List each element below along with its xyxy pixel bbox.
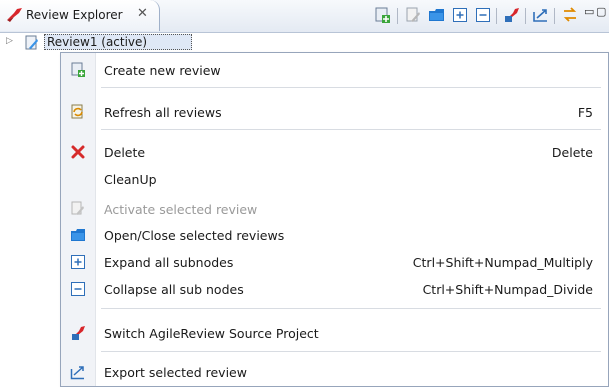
delete-icon [71,145,85,159]
collapse-all-icon[interactable] [474,6,492,24]
menu-item-label: CleanUp [104,172,157,187]
activate-icon [71,201,84,215]
collapse-all-icon [71,282,85,296]
menu-item-label: Activate selected review [104,202,258,217]
close-tab-icon[interactable]: ✕ [137,6,148,22]
review-explorer-tab[interactable]: Review Explorer ✕ [0,0,160,31]
menu-separator [101,87,601,88]
menu-item-collapse-all-sub-nodes[interactable]: Collapse all sub nodes Ctrl+Shift+Numpad… [62,277,607,301]
menu-item-delete[interactable]: Delete Delete [62,140,607,164]
link-with-editor-icon[interactable] [561,6,579,24]
view-header: Review Explorer ✕ ▭ ▢ [0,0,609,33]
menu-item-shortcut: Delete [551,145,593,160]
tree-expand-arrow-icon[interactable]: ▷ [6,36,13,46]
menu-item-label: Create new review [104,63,221,78]
menu-item-label: Open/Close selected reviews [104,228,285,243]
switch-project-icon [72,326,85,340]
menu-item-label: Refresh all reviews [104,105,222,120]
menu-item-shortcut: F5 [577,105,593,120]
menu-item-switch-agilereview-source-project[interactable]: Switch AgileReview Source Project [62,321,607,345]
context-menu: Create new review Refresh all reviews F5… [60,52,609,387]
menu-item-label: Collapse all sub nodes [104,282,244,297]
minimize-icon[interactable]: ▭ [584,5,594,18]
export-icon [70,366,84,380]
menu-item-label: Switch AgileReview Source Project [104,326,319,341]
review-node-icon [25,35,38,50]
menu-item-shortcut: Ctrl+Shift+Numpad_Divide [422,282,593,297]
menu-item-activate-selected-review: Activate selected review [62,197,607,221]
maximize-icon[interactable]: ▢ [596,5,606,18]
folder-icon[interactable] [428,6,446,24]
menu-item-export-selected-review[interactable]: Export selected review [62,360,607,384]
menu-item-refresh-all-reviews[interactable]: Refresh all reviews F5 [62,100,607,124]
menu-item-open-close-selected-reviews[interactable]: Open/Close selected reviews [62,223,607,247]
agilereview-logo-icon [7,8,22,22]
activate-icon[interactable] [404,6,422,24]
menu-item-expand-all-subnodes[interactable]: Expand all subnodes Ctrl+Shift+Numpad_Mu… [62,250,607,274]
export-icon[interactable] [532,6,550,24]
expand-all-icon [71,255,85,269]
menu-separator [101,351,601,352]
menu-item-label: Export selected review [104,365,247,380]
menu-item-label: Expand all subnodes [104,255,234,270]
new-review-icon [71,62,85,77]
menu-separator [101,129,601,130]
review-node-label[interactable]: Review1 (active) [44,34,192,50]
expand-all-icon[interactable] [451,6,469,24]
new-review-icon[interactable] [373,6,391,24]
folder-icon [71,229,85,241]
menu-item-shortcut: Ctrl+Shift+Numpad_Multiply [412,255,593,270]
menu-item-cleanup[interactable]: CleanUp [62,167,607,191]
switch-project-icon[interactable] [503,6,521,24]
menu-separator [101,308,601,309]
refresh-icon [71,104,83,119]
tab-title: Review Explorer [26,8,123,22]
menu-item-create-new-review[interactable]: Create new review [62,58,607,82]
menu-item-label: Delete [104,145,146,160]
